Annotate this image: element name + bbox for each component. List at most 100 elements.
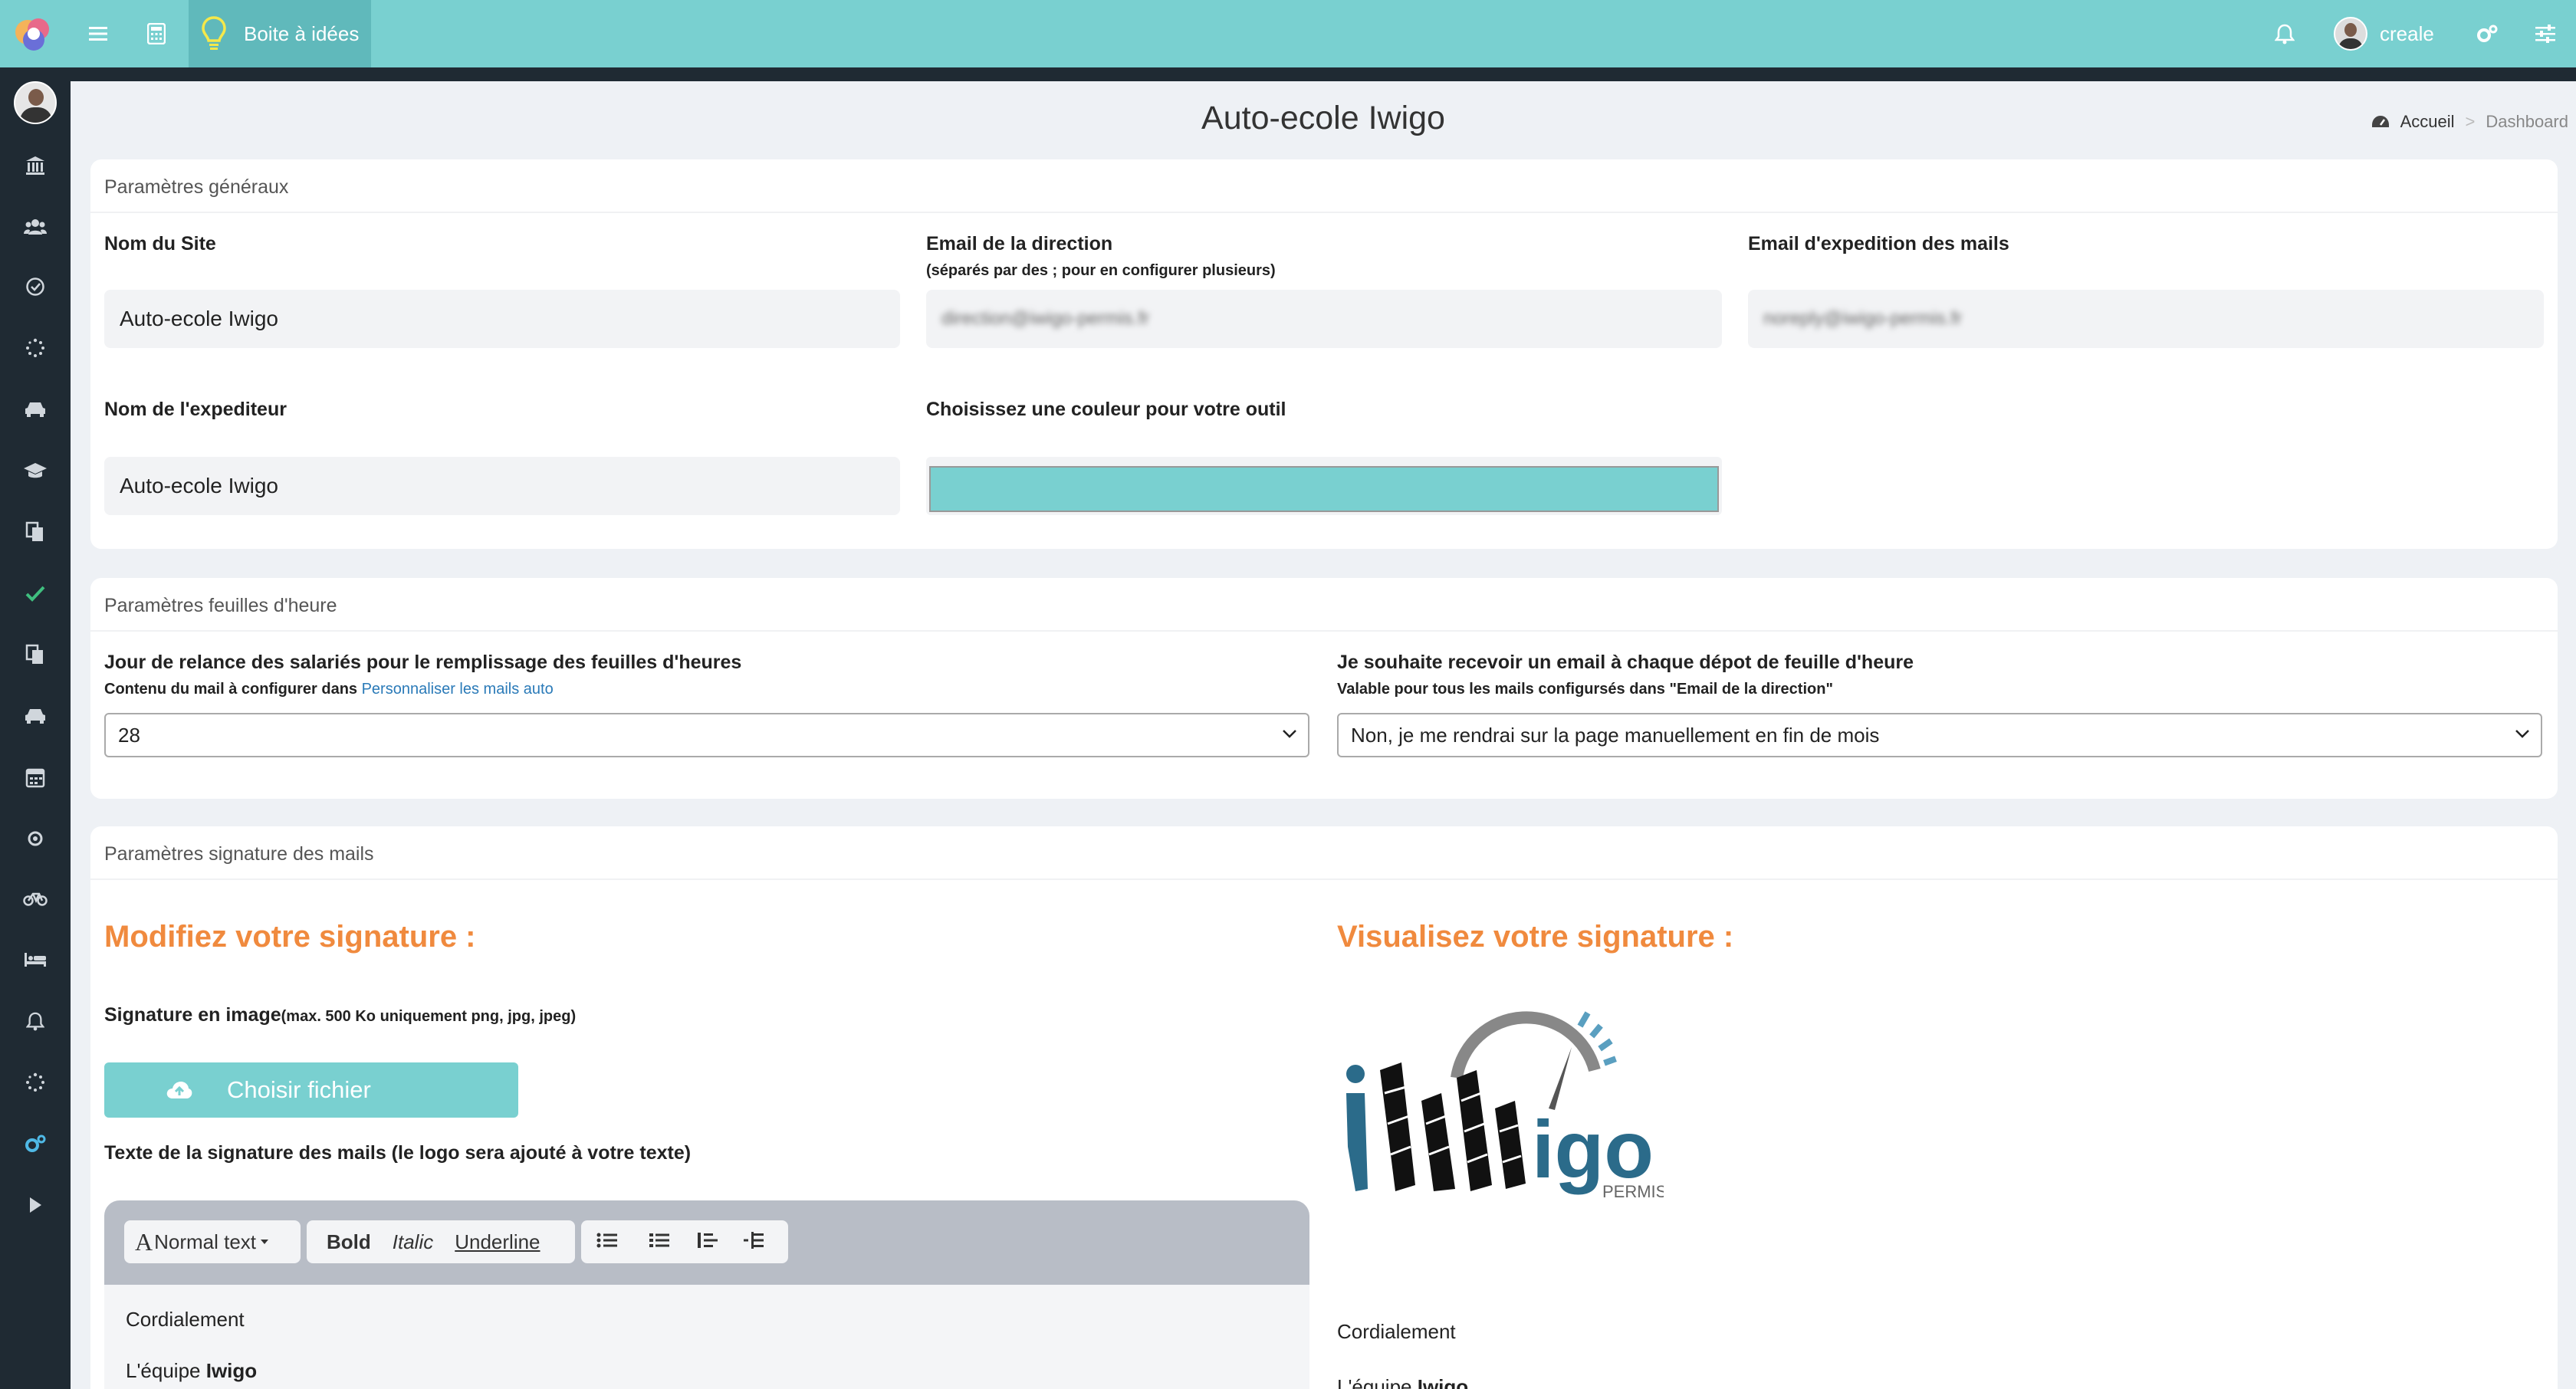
- breadcrumb-current: Dashboard: [2486, 112, 2568, 131]
- outdent-icon[interactable]: [685, 1230, 731, 1254]
- email-on-deposit-select[interactable]: Non, je me rendrai sur la page manuellem…: [1337, 713, 2542, 757]
- bank-icon[interactable]: [21, 152, 49, 179]
- bicycle-icon[interactable]: [21, 885, 49, 912]
- reminder-day-value: 28: [118, 723, 140, 747]
- sender-name-label: Nom de l'expediteur: [104, 399, 287, 420]
- preview-line-1: Cordialement: [1337, 1320, 1456, 1343]
- check-circle-icon[interactable]: [21, 273, 49, 300]
- app-logo[interactable]: [12, 14, 55, 54]
- signature-editor[interactable]: A Normal text Bold Italic Underline Cord…: [104, 1200, 1309, 1389]
- documents-icon-2[interactable]: [21, 641, 49, 668]
- signature-settings-card: Paramètres signature des mails Modifiez …: [90, 826, 2558, 1389]
- calculator-icon[interactable]: [138, 0, 175, 67]
- format-label: Normal text: [154, 1230, 257, 1253]
- bold-button[interactable]: Bold: [307, 1230, 382, 1254]
- breadcrumb: Accueil > Dashboard: [2371, 112, 2568, 132]
- direction-email-hint: (séparés par des ; pour en configurer pl…: [926, 262, 1276, 279]
- spinner-icon[interactable]: [21, 334, 49, 362]
- top-bar: Boite à idées creale: [0, 0, 2576, 67]
- ordered-list-icon[interactable]: [633, 1230, 685, 1254]
- username: creale: [2380, 21, 2434, 45]
- site-name-input[interactable]: Auto-ecole Iwigo: [104, 290, 900, 348]
- direction-email-input[interactable]: direction@iwigo-permis.fr: [926, 290, 1722, 348]
- car-icon[interactable]: [21, 396, 49, 423]
- preview-line-2-bold: Iwigo: [1417, 1375, 1469, 1389]
- avatar: [2334, 17, 2367, 51]
- sender-email-label: Email d'expedition des mails: [1748, 233, 2009, 254]
- color-picker[interactable]: [926, 457, 1722, 515]
- edit-signature-title: Modifiez votre signature :: [104, 920, 476, 954]
- cloud-upload-icon: [166, 1082, 192, 1098]
- text-style-group: Bold Italic Underline: [307, 1220, 575, 1263]
- email-on-deposit-label: Je souhaite recevoir un email à chaque d…: [1337, 652, 1914, 673]
- customize-mails-link[interactable]: Personnaliser les mails auto: [362, 681, 554, 698]
- preview-line-2: L'équipe Iwigo: [1337, 1375, 1468, 1389]
- checkmark-icon[interactable]: [21, 580, 49, 607]
- editor-line-1: Cordialement: [126, 1308, 245, 1331]
- idea-box-tab[interactable]: Boite à idées: [189, 0, 371, 67]
- signature-image-label: Signature en image(max. 500 Ko uniquemen…: [104, 1004, 576, 1026]
- graduation-cap-icon[interactable]: [21, 457, 49, 484]
- breadcrumb-separator: >: [2465, 112, 2476, 131]
- sliders-icon[interactable]: [2530, 0, 2561, 67]
- main-content: Auto-ecole Iwigo Accueil > Dashboard Par…: [71, 81, 2576, 1389]
- spinner-icon-2[interactable]: [21, 1069, 49, 1096]
- direction-email-value: direction@iwigo-permis.fr: [941, 308, 1150, 329]
- sender-name-input[interactable]: Auto-ecole Iwigo: [104, 457, 900, 515]
- color-label: Choisissez une couleur pour votre outil: [926, 399, 1286, 420]
- bell-icon-sidebar[interactable]: [21, 1007, 49, 1035]
- italic-button[interactable]: Italic: [382, 1230, 444, 1254]
- settings-gears-icon-active[interactable]: [21, 1130, 49, 1158]
- lightbulb-icon: [202, 16, 226, 50]
- caret-down-icon: [261, 1240, 269, 1244]
- choose-file-button[interactable]: Choisir fichier: [104, 1062, 518, 1118]
- unordered-list-icon[interactable]: [581, 1230, 633, 1254]
- signature-settings-heading: Paramètres signature des mails: [90, 826, 2558, 880]
- reminder-day-select[interactable]: 28: [104, 713, 1309, 757]
- dashboard-icon: [2371, 116, 2389, 127]
- sidebar: [0, 67, 71, 1389]
- reminder-hint: Contenu du mail à configurer dans Person…: [104, 681, 554, 698]
- indent-icon[interactable]: [731, 1230, 777, 1254]
- format-dropdown[interactable]: A Normal text: [124, 1220, 301, 1263]
- general-settings-card: Paramètres généraux Nom du Site Auto-eco…: [90, 159, 2558, 549]
- play-icon[interactable]: [21, 1191, 49, 1219]
- topbar-divider: [0, 67, 2576, 81]
- reminder-hint-text: Contenu du mail à configurer dans: [104, 681, 358, 698]
- underline-button[interactable]: Underline: [444, 1230, 550, 1254]
- editor-line-2: L'équipe Iwigo: [126, 1359, 1288, 1383]
- documents-icon[interactable]: [21, 518, 49, 546]
- reminder-label: Jour de relance des salariés pour le rem…: [104, 652, 742, 673]
- iwigo-logo: igo PERMIS: [1346, 1011, 1664, 1201]
- preview-line-2-prefix: L'équipe: [1337, 1375, 1418, 1389]
- direction-email-label: Email de la direction: [926, 233, 1113, 254]
- general-settings-heading: Paramètres généraux: [90, 159, 2558, 213]
- signature-image-label-text: Signature en image: [104, 1004, 281, 1026]
- preview-signature-title: Visualisez votre signature :: [1337, 920, 1734, 954]
- signature-text-label: Texte de la signature des mails (le logo…: [104, 1142, 692, 1164]
- calendar-icon[interactable]: [21, 763, 49, 791]
- font-icon: A: [135, 1227, 153, 1256]
- bell-icon[interactable]: [2269, 0, 2300, 67]
- car-icon-2[interactable]: [21, 702, 49, 730]
- editor-toolbar: A Normal text Bold Italic Underline: [104, 1200, 1309, 1285]
- logo-sub: PERMIS: [1602, 1182, 1664, 1201]
- chevron-down-icon: [2515, 730, 2529, 738]
- page-title: Auto-ecole Iwigo: [1201, 100, 1445, 136]
- settings-gears-icon[interactable]: [2470, 0, 2504, 67]
- timesheet-settings-heading: Paramètres feuilles d'heure: [90, 578, 2558, 632]
- sender-email-input[interactable]: noreply@iwigo-permis.fr: [1748, 290, 2544, 348]
- signature-image-hint: (max. 500 Ko uniquement png, jpg, jpeg): [281, 1008, 577, 1025]
- menu-icon[interactable]: [81, 0, 115, 67]
- color-swatch: [929, 466, 1719, 512]
- cog-icon[interactable]: [21, 825, 49, 852]
- idea-box-label: Boite à idées: [244, 21, 360, 45]
- site-name-label: Nom du Site: [104, 233, 216, 254]
- sender-email-value: noreply@iwigo-permis.fr: [1763, 308, 1963, 329]
- breadcrumb-home[interactable]: Accueil: [2400, 112, 2455, 132]
- editor-content[interactable]: Cordialement L'équipe Iwigo: [104, 1285, 1309, 1389]
- users-icon[interactable]: [21, 213, 49, 241]
- bed-icon[interactable]: [21, 946, 49, 974]
- user-menu[interactable]: creale: [2334, 17, 2434, 51]
- sidebar-avatar[interactable]: [14, 81, 57, 124]
